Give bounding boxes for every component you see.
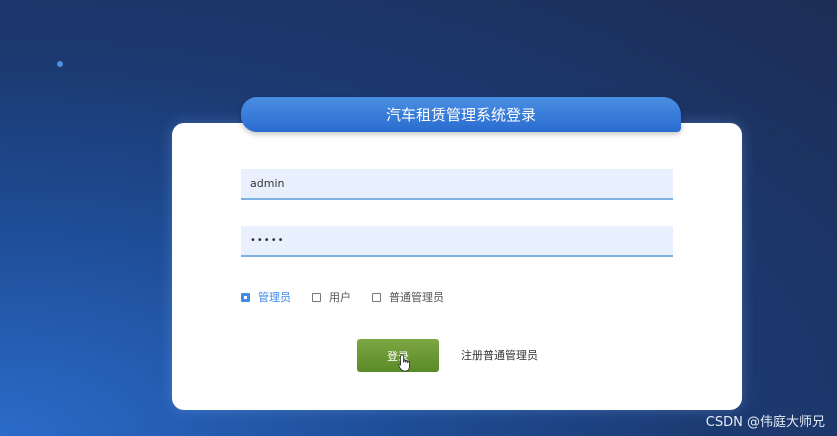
role-label-user: 用户 bbox=[329, 291, 351, 304]
checkbox-icon[interactable] bbox=[312, 292, 321, 302]
role-option-normal-admin[interactable]: 普通管理员 bbox=[372, 289, 444, 305]
role-label-normal-admin: 普通管理员 bbox=[389, 291, 444, 304]
register-normal-admin-link[interactable]: 注册普通管理员 bbox=[461, 347, 538, 363]
checkbox-icon[interactable] bbox=[372, 292, 381, 302]
decorative-dot bbox=[57, 61, 63, 67]
page-title: 汽车租赁管理系统登录 bbox=[385, 106, 536, 124]
role-label-admin: 管理员 bbox=[258, 291, 291, 304]
password-value: ••••• bbox=[250, 235, 285, 246]
hand-cursor-icon bbox=[398, 354, 410, 372]
login-card bbox=[172, 123, 742, 410]
password-input[interactable]: ••••• bbox=[241, 226, 673, 257]
login-title-tab: 汽车租赁管理系统登录 bbox=[241, 97, 681, 132]
role-selector: 管理员 用户 普通管理员 bbox=[241, 289, 465, 305]
role-option-user[interactable]: 用户 bbox=[312, 289, 351, 305]
username-value: admin bbox=[250, 177, 285, 190]
checkbox-checked-icon[interactable] bbox=[241, 292, 250, 302]
role-option-admin[interactable]: 管理员 bbox=[241, 289, 291, 305]
username-input[interactable]: admin bbox=[241, 169, 673, 200]
watermark: CSDN @伟庭大师兄 bbox=[705, 415, 825, 430]
